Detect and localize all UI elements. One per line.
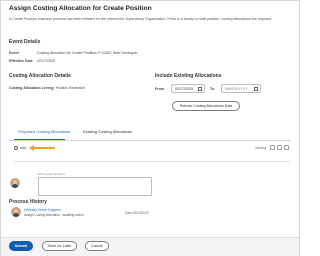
- event-details-heading: Event Details: [9, 39, 41, 45]
- avatar: [11, 207, 21, 217]
- comment-input[interactable]: [38, 177, 152, 196]
- save-for-later-button[interactable]: Save for Later: [42, 241, 77, 251]
- add-row-button[interactable]: + Add: [14, 146, 26, 150]
- calendar-icon[interactable]: [254, 87, 258, 92]
- table-view-icon[interactable]: [277, 145, 282, 150]
- fullscreen-icon[interactable]: [284, 145, 289, 150]
- to-label: To: [210, 87, 215, 91]
- costing-level-label: Costing Allocation Level: [9, 86, 51, 90]
- process-history-heading: Process History: [9, 199, 48, 205]
- to-date-value: MM/DD/YYYY: [225, 86, 248, 91]
- process-history-description: Assign Costing Allocation - awaiting act…: [24, 213, 84, 217]
- calendar-icon[interactable]: [198, 87, 202, 92]
- cancel-button[interactable]: Cancel: [85, 241, 109, 251]
- tab-proposed-costing[interactable]: Proposed Costing Allocations: [18, 129, 70, 134]
- comment-label: enter your comment: [38, 172, 65, 176]
- chip-remove-icon[interactable]: [51, 86, 54, 90]
- page-frame: [0, 0, 300, 256]
- process-history-date: Date 02/13/2025: [125, 211, 149, 215]
- tab-existing-costing[interactable]: Existing Costing Allocations: [83, 129, 132, 134]
- effective-date-label: Effective Date: [9, 59, 33, 63]
- viewing-label: Viewing:: [255, 146, 267, 150]
- grid-toolbar: [270, 145, 289, 150]
- plus-icon: +: [14, 145, 18, 150]
- submit-button[interactable]: Submit: [9, 241, 33, 251]
- to-date-field[interactable]: MM/DD/YYYY: [221, 84, 261, 93]
- from-date-field[interactable]: 02/17/2025: [171, 84, 205, 93]
- filter-icon[interactable]: [270, 145, 275, 150]
- add-label: Add: [20, 146, 27, 150]
- avatar: [10, 178, 20, 188]
- costing-details-heading: Costing Allocation Details: [9, 73, 71, 79]
- active-tab-indicator: [14, 139, 65, 141]
- page-title: Assign Costing Allocation for Create Pos…: [9, 5, 152, 12]
- costing-level-chip[interactable]: Position Restriction: [51, 86, 85, 90]
- from-label: From: [155, 87, 164, 91]
- viewing-selector[interactable]: Viewing:: [255, 146, 267, 150]
- costing-level-value: Position Restriction: [56, 86, 86, 90]
- arrow-annotation: [33, 147, 55, 149]
- refresh-costing-button[interactable]: Refresh Costing Allocations Data: [172, 101, 240, 111]
- process-history-name[interactable]: (Virtual) Veron Gagnon: [24, 208, 61, 212]
- grid-divider: [14, 161, 290, 162]
- event-value: Costing Allocation for Create Position: …: [37, 51, 138, 55]
- effective-date-value: 02/17/2025: [37, 59, 55, 63]
- page-subtitle: A Create Position business process has b…: [9, 17, 273, 21]
- include-existing-heading: Include Existing Allocations: [155, 73, 222, 79]
- from-date-value: 02/17/2025: [175, 86, 193, 91]
- event-label: Event: [9, 51, 19, 55]
